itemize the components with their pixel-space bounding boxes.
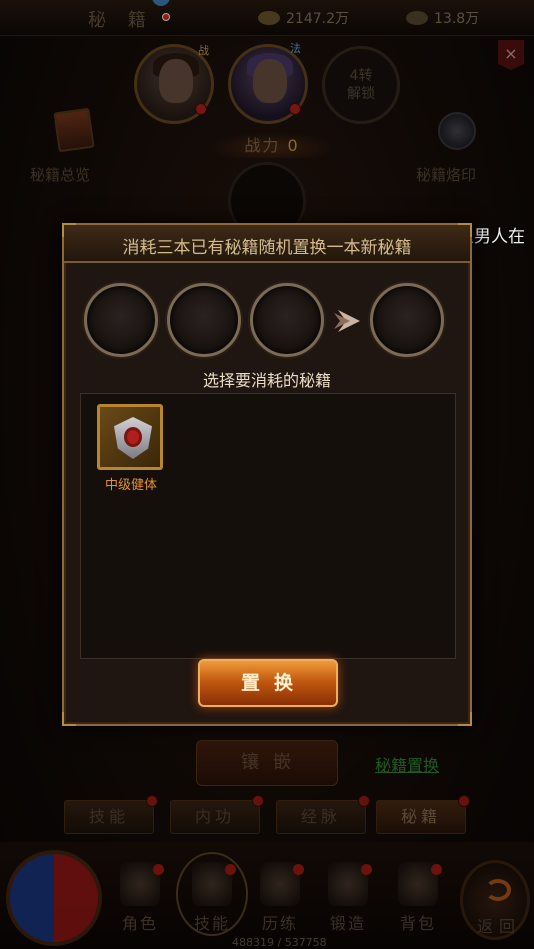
swap-dialog: 消耗三本已有秘籍随机置换一本新秘籍 选择要消耗的秘籍 中级健体 置换 [62, 223, 472, 726]
book-list: 中级健体 [80, 393, 456, 659]
corner-ornament [62, 712, 76, 726]
consume-slot-3[interactable] [250, 283, 324, 357]
consume-slot-2[interactable] [167, 283, 241, 357]
select-hint: 选择要消耗的秘籍 [202, 371, 331, 390]
list-item[interactable]: 中级健体 [97, 404, 165, 494]
arrow-right-icon [334, 310, 360, 332]
swap-button[interactable]: 置换 [198, 659, 338, 707]
item-frame [97, 404, 163, 470]
result-slot [370, 283, 444, 357]
consume-slot-1[interactable] [84, 283, 158, 357]
shield-core [124, 427, 142, 447]
item-name: 中级健体 [104, 478, 157, 493]
corner-ornament [458, 712, 472, 726]
dialog-title: 消耗三本已有秘籍随机置换一本新秘籍 [122, 238, 412, 258]
dialog-header: 消耗三本已有秘籍随机置换一本新秘籍 [64, 225, 470, 263]
